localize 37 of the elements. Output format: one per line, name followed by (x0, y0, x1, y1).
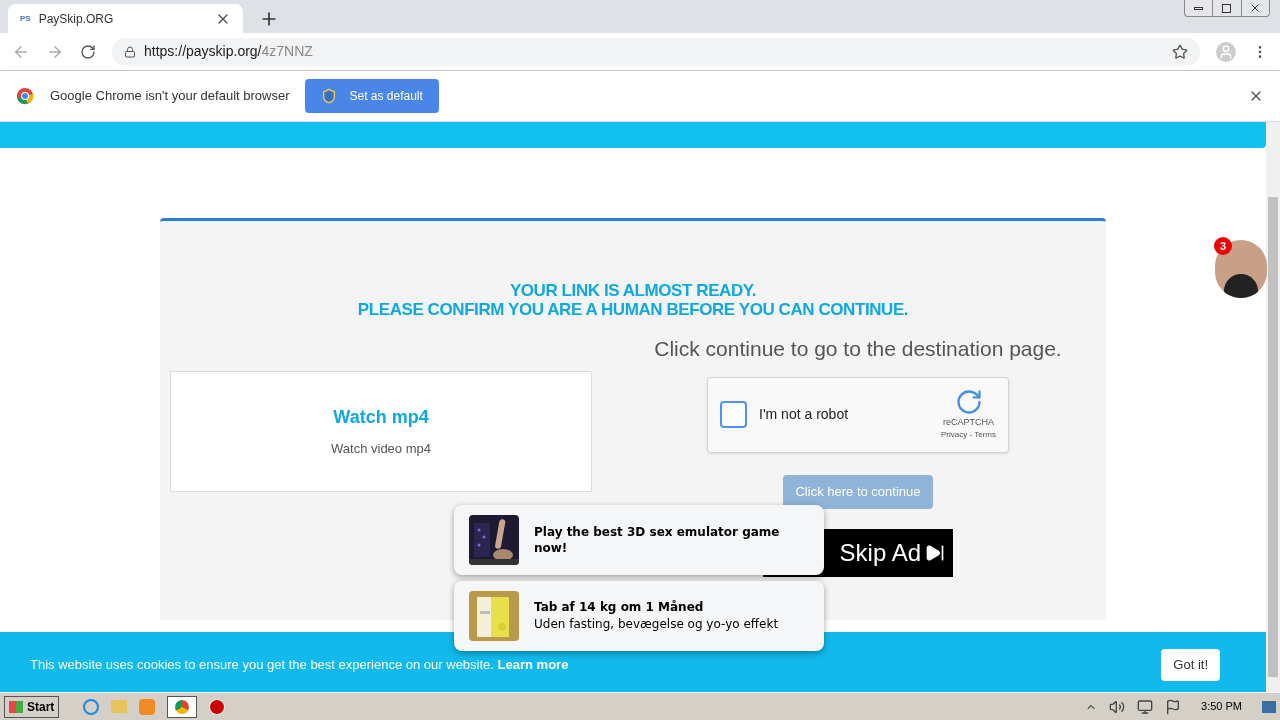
browser-taskbar-icon[interactable] (167, 695, 198, 718)
notification-title: Tab af 14 kg om 1 Måned (534, 599, 705, 615)
captcha-links[interactable]: Privacy - Terms (941, 429, 996, 442)
instruction-text: Click continue to go to the destination page. (654, 336, 1062, 362)
restore-icon[interactable] (1222, 3, 1232, 13)
minimize-icon[interactable] (1194, 6, 1204, 10)
page-heading: YOUR LINK IS ALMOST READY. PLEASE CONFIRM YOU ARE A HUMAN BEFORE YOU CAN CONTINUE. (357, 281, 909, 319)
clock: 3:50 PM (1200, 699, 1243, 715)
volume-icon[interactable] (1109, 698, 1126, 715)
ad-notification[interactable]: Tab af 14 kg om 1 Måned Uden fasting, bevægelse og yo-yo effekt (454, 581, 824, 651)
browser-logo-icon (16, 87, 34, 105)
star-icon[interactable] (1172, 43, 1188, 60)
download-title: Watch mp4 (333, 406, 429, 430)
cookie-text: This website uses cookies to ensure you get the best experience on our website. Learn more (30, 656, 570, 675)
captcha-label: I'm not a robot (759, 405, 850, 424)
infobar-message: Google Chrome isn't your default browser (50, 87, 290, 106)
shield-icon (321, 88, 338, 104)
browser-tab[interactable]: PS PaySkip.ORG (8, 4, 243, 33)
ad-notification[interactable]: Play the best 3D sex emulator game now! (454, 505, 824, 575)
tab-title: PaySkip.ORG (38, 10, 115, 28)
got-it-button[interactable]: Got it! (1161, 649, 1220, 681)
address-bar[interactable]: https://payskip.org/4z7NNZ (112, 37, 1200, 66)
notification-badge: 3 (1214, 237, 1232, 255)
download-subtitle: Watch video mp4 (331, 440, 431, 459)
recaptcha-icon (954, 387, 983, 416)
lock-icon (124, 45, 136, 58)
set-default-button[interactable]: Set as default (305, 79, 439, 113)
favicon: PS (20, 12, 31, 25)
url-text: https://payskip.org/4z7NNZ (144, 42, 314, 61)
chat-avatar[interactable] (1215, 240, 1267, 298)
start-button[interactable]: Start (4, 695, 60, 718)
download-card[interactable]: Watch mp4 Watch video mp4 (170, 371, 592, 492)
captcha-brand: reCAPTCHA (943, 415, 994, 429)
notification-body: Uden fasting, bevægelse og yo-yo effekt (534, 616, 780, 633)
flag-icon[interactable] (1165, 698, 1182, 715)
captcha-checkbox[interactable] (720, 401, 747, 428)
reload-icon[interactable] (80, 43, 96, 60)
